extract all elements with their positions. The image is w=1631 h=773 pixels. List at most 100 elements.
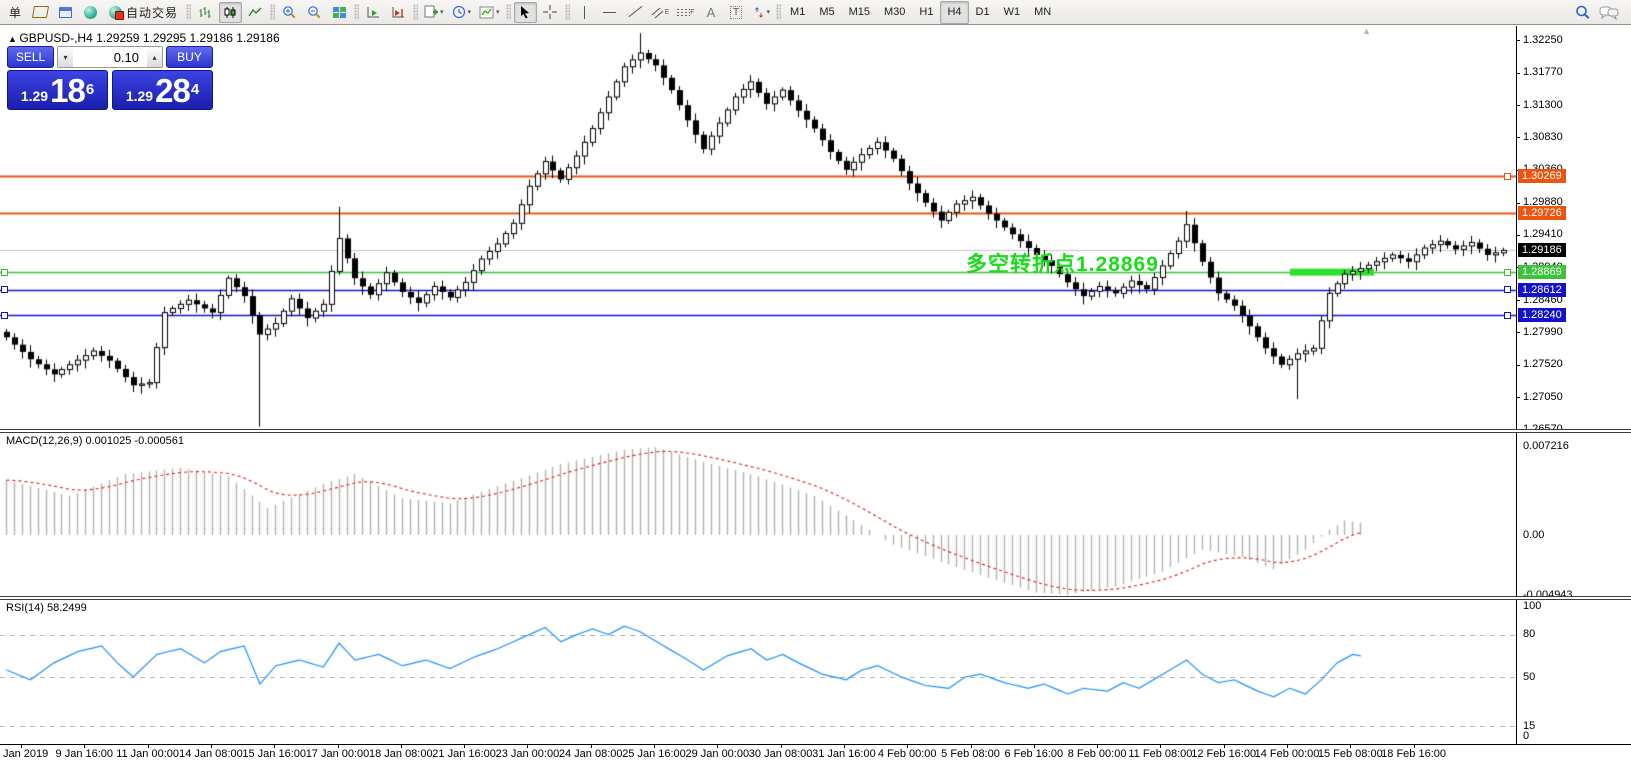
crosshair-button[interactable] [539,2,562,23]
timeframe-D1[interactable]: D1 [969,1,997,24]
rsi-splitter[interactable] [0,596,1631,600]
price-tag-1.28869[interactable]: 1.28869 [1518,265,1566,279]
auto-scroll-button[interactable] [362,2,385,23]
fibonacci-button[interactable]: F [674,2,697,23]
tile-windows-icon [333,7,346,18]
bar-chart-button[interactable] [194,2,217,23]
line-handle-right[interactable] [1504,312,1511,319]
macd-splitter[interactable] [0,429,1631,433]
timeframe-M1[interactable]: M1 [783,1,812,24]
time-axis-label: 11 Feb 08:00 [1128,748,1192,760]
price-tick-label: 1.31770 [1523,66,1563,78]
text-button[interactable]: A [700,2,723,23]
horizontal-line-button[interactable] [598,2,621,23]
macd-panel-canvas[interactable] [0,433,1516,596]
price-axis-tick [1516,235,1520,236]
chart-shift-marker-icon[interactable]: ▲ [1362,26,1371,36]
accounts-book-icon [32,6,49,18]
cursor-icon [519,5,531,19]
buy-button[interactable]: BUY [166,46,213,68]
timeframe-M5[interactable]: M5 [812,1,841,24]
time-axis-label: 14 Feb 00:00 [1255,748,1320,760]
toolbar-grip [776,4,781,20]
time-axis-label: 14 Jan 08:00 [179,748,243,760]
profiles-button[interactable] [54,2,77,23]
time-axis-label: 15 Jan 16:00 [242,748,306,760]
line-handle-left[interactable] [1,286,8,293]
price-tick-label: 1.27990 [1523,326,1563,338]
new-chart-icon [424,5,438,19]
line-handle-right[interactable] [1504,269,1511,276]
volume-decrease-button[interactable]: ▾ [58,47,73,67]
periods-button[interactable]: ▾ [449,2,475,23]
time-axis-label: 5 Feb 08:00 [941,748,1000,760]
price-axis-tick [1516,105,1520,106]
text-tool-icon: A [707,5,716,20]
search-button[interactable] [1571,2,1594,23]
periods-dropdown[interactable]: ▾ [468,9,472,16]
auto-scroll-icon [366,6,381,19]
equidistant-channel-button[interactable]: E [648,2,673,23]
toolbar-grip [506,4,511,20]
timeframe-M30[interactable]: M30 [877,1,912,24]
timeframe-M15[interactable]: M15 [842,1,877,24]
zoom-in-button[interactable] [278,2,301,23]
text-label-button[interactable]: T [725,2,748,23]
indicators-dropdown[interactable]: ▾ [496,9,500,16]
line-handle-left[interactable] [1,269,8,276]
arrow-tools-button[interactable]: ▾ [750,2,774,23]
accounts-button[interactable] [29,2,52,23]
sell-button[interactable]: SELL [7,46,54,68]
trendline-icon [627,5,641,19]
main-chart-canvas[interactable] [0,26,1516,429]
vertical-line-button[interactable] [573,2,596,23]
trendline-button[interactable] [623,2,646,23]
price-axis-tick [1516,73,1520,74]
price-tag-1.30269[interactable]: 1.30269 [1518,169,1566,183]
sell-price-pip: 6 [86,73,94,107]
line-handle-left[interactable] [1,312,8,319]
rsi-label: RSI(14) 58.2499 [6,602,87,614]
line-chart-button[interactable] [244,2,267,23]
rsi-panel-canvas[interactable] [0,600,1516,744]
price-tag-1.28612[interactable]: 1.28612 [1518,283,1566,297]
market-watch-button[interactable] [79,2,102,23]
timeframe-H4[interactable]: H4 [940,1,968,24]
indicators-button[interactable]: ▾ [476,2,503,23]
candlestick-chart-icon [223,6,238,19]
price-tick-label: 1.32250 [1523,34,1563,46]
chat-button[interactable] [1596,2,1622,23]
volume-increase-button[interactable]: ▴ [147,47,162,67]
new-chart-dropdown[interactable]: ▾ [440,9,444,16]
collapse-arrow-icon[interactable]: ▲ [8,34,19,44]
autotrading-button[interactable]: 自动交易 [104,2,183,23]
pivot-annotation[interactable]: 多空转折点1.28869 [966,248,1159,278]
cursor-button[interactable] [514,2,537,23]
time-axis-label: 15 Feb 08:00 [1318,748,1383,760]
price-tag-1.29186[interactable]: 1.29186 [1518,243,1566,257]
autotrading-icon [109,6,122,19]
price-tag-1.29726[interactable]: 1.29726 [1518,206,1566,220]
buy-price-box[interactable]: 1.29284 [112,70,213,110]
candlestick-chart-button[interactable] [219,2,242,23]
timeframe-MN[interactable]: MN [1027,1,1058,24]
zoom-out-button[interactable] [303,2,326,23]
time-axis-label: 12 Feb 16:00 [1191,748,1256,760]
price-tag-1.28240[interactable]: 1.28240 [1518,308,1566,322]
line-handle-right[interactable] [1504,286,1511,293]
price-tick-label: 1.31300 [1523,99,1563,111]
sell-price-box[interactable]: 1.29186 [7,70,108,110]
tile-windows-button[interactable] [328,2,351,23]
line-handle-right[interactable] [1504,173,1511,180]
price-tick-label: 1.29410 [1523,228,1563,240]
profiles-window-icon [59,7,72,18]
timeframe-W1[interactable]: W1 [997,1,1028,24]
new-chart-button[interactable]: ▾ [421,2,447,23]
time-axis-label: 18 Jan 08:00 [369,748,433,760]
arrow-tools-dropdown[interactable]: ▾ [767,9,771,16]
chart-shift-icon [391,6,406,19]
volume-value[interactable]: 0.10 [73,47,147,67]
timeframe-H1[interactable]: H1 [912,1,940,24]
new-order-button[interactable]: 单 [4,2,27,23]
chart-shift-button[interactable] [387,2,410,23]
